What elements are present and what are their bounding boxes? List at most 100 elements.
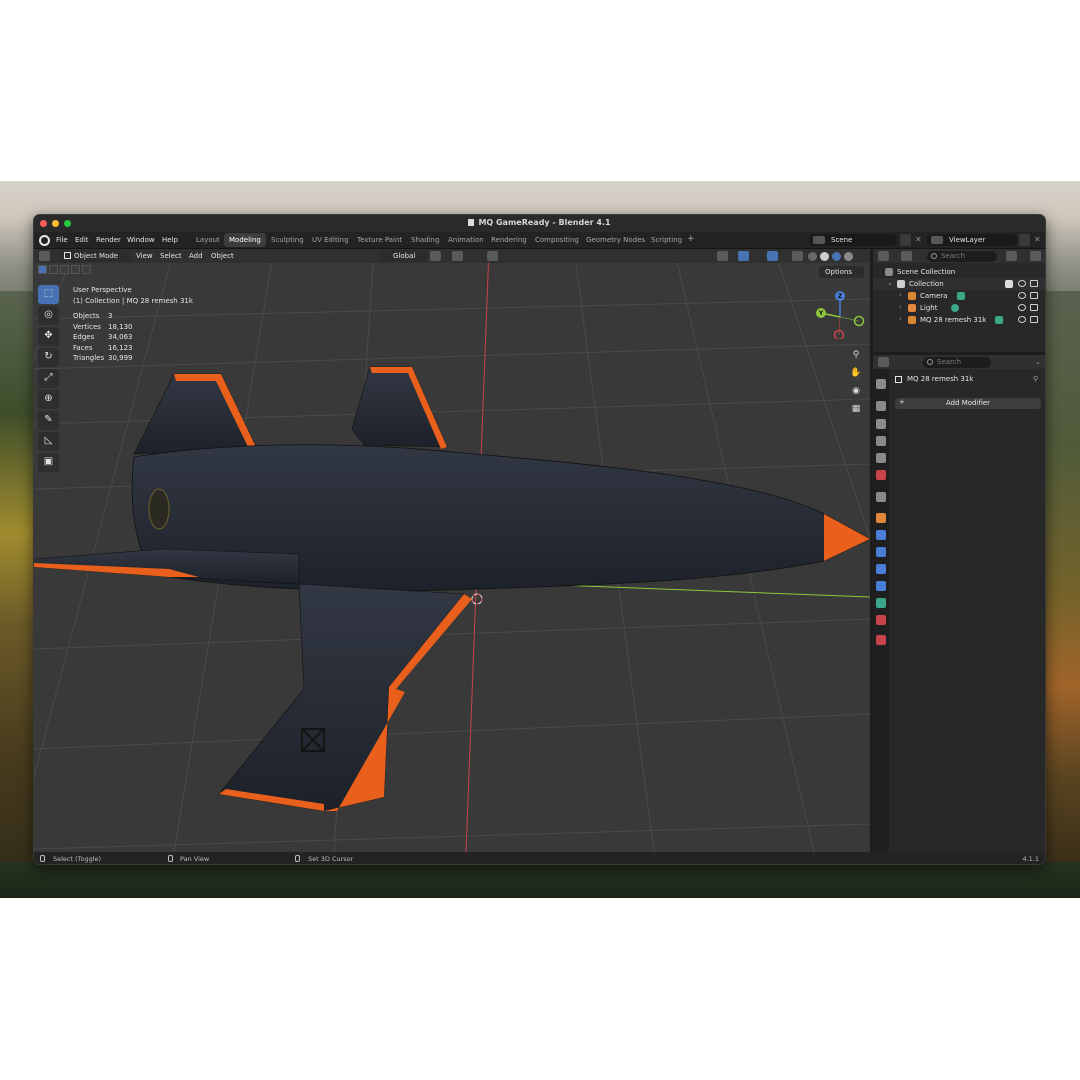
view-layer-selector[interactable]: ViewLayer xyxy=(927,234,1017,246)
tab-uv-editing[interactable]: UV Editing xyxy=(307,233,354,247)
remove-view-layer-icon[interactable]: ✕ xyxy=(1034,235,1041,244)
tab-layout[interactable]: Layout xyxy=(191,233,225,247)
outliner-row-mesh[interactable]: › MQ 28 remesh 31k xyxy=(873,314,1045,326)
ortho-toggle-button[interactable]: ▦ xyxy=(848,403,864,419)
measure-tool[interactable]: ◺ xyxy=(38,432,59,451)
select-intersect-icon[interactable] xyxy=(82,265,91,274)
snap-icon[interactable] xyxy=(452,251,463,261)
proportional-editing-icon[interactable] xyxy=(487,251,498,261)
transform-tool[interactable]: ⊕ xyxy=(38,390,59,409)
eye-icon[interactable] xyxy=(1018,280,1026,287)
render-visibility-icon[interactable] xyxy=(1030,292,1038,299)
scale-tool[interactable]: ⤢ xyxy=(38,369,59,388)
outliner-row-scene-collection[interactable]: Scene Collection xyxy=(873,266,1045,278)
material-tab-icon[interactable] xyxy=(876,615,886,625)
filter-icon[interactable] xyxy=(1006,251,1017,261)
tab-animation[interactable]: Animation xyxy=(443,233,489,247)
outliner-row-camera[interactable]: › Camera xyxy=(873,290,1045,302)
overlays-toggle-icon[interactable] xyxy=(767,251,778,261)
rendered-shading-icon[interactable] xyxy=(844,252,853,261)
select-subtract-icon[interactable] xyxy=(60,265,69,274)
tab-texture-paint[interactable]: Texture Paint xyxy=(352,233,407,247)
render-visibility-icon[interactable] xyxy=(1030,280,1038,287)
menu-file[interactable]: File xyxy=(56,236,68,244)
texture-tab-icon[interactable] xyxy=(876,635,886,645)
pin-icon[interactable]: ⚲ xyxy=(1033,375,1038,383)
data-tab-icon[interactable] xyxy=(876,598,886,608)
gizmo-toggle-icon[interactable] xyxy=(738,251,749,261)
new-scene-button[interactable] xyxy=(900,234,911,246)
tab-modeling[interactable]: Modeling xyxy=(224,233,266,247)
tab-scripting[interactable]: Scripting xyxy=(646,233,687,247)
scene-tab-icon[interactable] xyxy=(876,453,886,463)
visibility-icon[interactable] xyxy=(717,251,728,261)
outliner-row-collection[interactable]: ⌄ Collection xyxy=(873,278,1045,290)
zoom-view-button[interactable]: ⚲ xyxy=(848,349,864,365)
tab-compositing[interactable]: Compositing xyxy=(530,233,584,247)
expand-chevron-icon[interactable]: › xyxy=(899,315,902,323)
eye-icon[interactable] xyxy=(1018,292,1026,299)
add-cube-tool[interactable]: ▣ xyxy=(38,453,59,472)
constraints-tab-icon[interactable] xyxy=(876,581,886,591)
outliner-editor-type-icon[interactable] xyxy=(878,251,889,261)
collection-checkbox[interactable] xyxy=(1005,280,1013,288)
new-view-layer-button[interactable] xyxy=(1019,234,1030,246)
scene-selector[interactable]: Scene xyxy=(809,234,897,246)
pivot-point-icon[interactable] xyxy=(430,251,441,261)
menu-edit[interactable]: Edit xyxy=(75,236,89,244)
xray-toggle-icon[interactable] xyxy=(792,251,803,261)
collapse-chevron-icon[interactable]: ⌄ xyxy=(887,279,893,287)
viewport-menu-select[interactable]: Select xyxy=(160,252,182,260)
mode-dropdown[interactable]: Object Mode xyxy=(61,250,131,262)
3d-viewport[interactable]: Object Mode View Select Add Object Globa… xyxy=(34,249,870,852)
viewport-menu-view[interactable]: View xyxy=(136,252,153,260)
tab-geometry-nodes[interactable]: Geometry Nodes xyxy=(581,233,650,247)
pan-view-button[interactable]: ✋ xyxy=(848,367,864,383)
transform-orientation-dropdown[interactable]: Global xyxy=(379,250,428,262)
options-dropdown[interactable]: Options xyxy=(818,266,864,278)
eye-icon[interactable] xyxy=(1018,304,1026,311)
view-layer-tab-icon[interactable] xyxy=(876,436,886,446)
render-visibility-icon[interactable] xyxy=(1030,304,1038,311)
physics-tab-icon[interactable] xyxy=(876,564,886,574)
camera-view-button[interactable]: ◉ xyxy=(848,385,864,401)
expand-chevron-icon[interactable]: › xyxy=(899,291,902,299)
tool-tab-icon[interactable] xyxy=(876,379,886,389)
rotate-tool[interactable]: ↻ xyxy=(38,348,59,367)
render-tab-icon[interactable] xyxy=(876,401,886,411)
outliner-search-input[interactable]: Search xyxy=(927,251,997,262)
modifier-tab-icon[interactable] xyxy=(876,530,886,540)
eye-icon[interactable] xyxy=(1018,316,1026,323)
remove-scene-icon[interactable]: ✕ xyxy=(915,235,922,244)
output-tab-icon[interactable] xyxy=(876,419,886,429)
solid-shading-icon[interactable] xyxy=(820,252,829,261)
menu-window[interactable]: Window xyxy=(127,236,155,244)
select-extend-icon[interactable] xyxy=(49,265,58,274)
object-tab-icon[interactable] xyxy=(876,513,886,523)
new-collection-icon[interactable] xyxy=(1030,251,1041,261)
outliner-row-light[interactable]: › Light xyxy=(873,302,1045,314)
material-shading-icon[interactable] xyxy=(832,252,841,261)
navigation-gizmo[interactable]: Z Y xyxy=(814,289,866,339)
tab-sculpting[interactable]: Sculpting xyxy=(266,233,309,247)
cursor-tool[interactable]: ◎ xyxy=(38,306,59,325)
viewport-menu-add[interactable]: Add xyxy=(189,252,203,260)
select-new-icon[interactable] xyxy=(38,265,47,274)
collection-tab-icon[interactable] xyxy=(876,492,886,502)
tab-rendering[interactable]: Rendering xyxy=(486,233,532,247)
particles-tab-icon[interactable] xyxy=(876,547,886,557)
add-modifier-button[interactable]: + Add Modifier xyxy=(895,398,1041,409)
select-invert-icon[interactable] xyxy=(71,265,80,274)
properties-search-input[interactable]: Search xyxy=(923,357,991,368)
viewport-menu-object[interactable]: Object xyxy=(211,252,234,260)
world-tab-icon[interactable] xyxy=(876,470,886,480)
properties-editor-type-icon[interactable] xyxy=(878,357,889,367)
annotate-tool[interactable]: ✎ xyxy=(38,411,59,430)
expand-chevron-icon[interactable]: › xyxy=(899,303,902,311)
add-workspace-icon[interactable]: + xyxy=(687,234,695,244)
render-visibility-icon[interactable] xyxy=(1030,316,1038,323)
menu-help[interactable]: Help xyxy=(162,236,178,244)
editor-type-icon[interactable] xyxy=(39,251,50,261)
menu-render[interactable]: Render xyxy=(96,236,121,244)
tab-shading[interactable]: Shading xyxy=(406,233,444,247)
